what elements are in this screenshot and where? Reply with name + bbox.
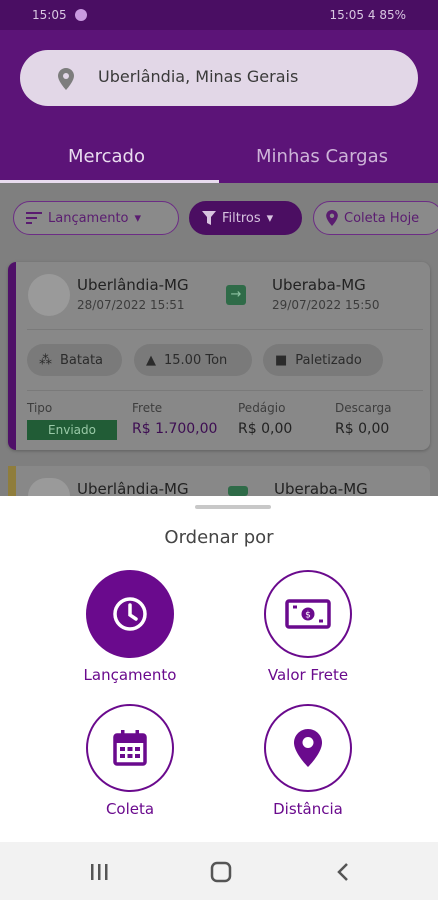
recent-apps-button[interactable] (84, 857, 114, 887)
sort-option-valor-frete[interactable]: $ Valor Frete (218, 570, 398, 684)
sort-option-circle (86, 570, 174, 658)
sort-option-label: Lançamento (83, 666, 177, 684)
truck-icon: ■ (275, 352, 288, 368)
sort-option-circle: $ (264, 570, 352, 658)
divider (27, 329, 423, 330)
chevron-down-icon: ▾ (134, 210, 142, 226)
calendar-icon (113, 730, 147, 766)
sort-option-label: Distância (273, 800, 343, 818)
status-time: 15:05 (32, 8, 67, 22)
pickup-chip-label: Coleta Hoje (344, 210, 420, 226)
descarga-label: Descarga (335, 401, 392, 415)
weight-tag: ▲ 15.00 Ton (134, 344, 252, 376)
status-right: 15:05 4 85% (329, 8, 406, 22)
location-pin-icon (58, 68, 74, 94)
tab-mercado[interactable]: Mercado (68, 146, 145, 167)
sort-option-lancamento[interactable]: Lançamento (40, 570, 220, 684)
product-icon: ⁂ (39, 352, 52, 368)
destination-city: Uberaba-MG (272, 276, 366, 294)
banknote-icon: $ (285, 599, 331, 629)
arrow-right-icon (228, 486, 248, 496)
sort-chip[interactable]: Lançamento ▾ (13, 201, 179, 235)
pickup-today-chip[interactable]: Coleta Hoje (313, 201, 438, 235)
sort-option-circle (264, 704, 352, 792)
card-accent-bar (8, 262, 16, 450)
location-value: Uberlândia, Minas Gerais (98, 67, 299, 86)
location-pin-icon (326, 210, 338, 226)
tab-minhas-cargas[interactable]: Minhas Cargas (256, 146, 388, 167)
app-notification-icon (74, 9, 87, 21)
sort-chip-label: Lançamento (48, 210, 129, 226)
status-badge: Enviado (27, 420, 117, 440)
svg-text:$: $ (305, 611, 311, 621)
back-button[interactable] (328, 857, 358, 887)
sort-option-label: Coleta (105, 800, 155, 818)
tipo-label: Tipo (27, 401, 53, 415)
recents-icon (91, 864, 108, 880)
home-button[interactable] (206, 857, 236, 887)
pedagio-value: R$ 0,00 (238, 421, 293, 437)
origin-city: Uberlândia-MG (77, 276, 189, 294)
sort-option-coleta[interactable]: Coleta (40, 704, 220, 818)
pedagio-label: Pedágio (238, 401, 286, 415)
descarga-value: R$ 0,00 (335, 421, 390, 437)
frete-value: R$ 1.700,00 (132, 421, 218, 437)
divider (27, 390, 423, 391)
clock-icon (113, 597, 147, 631)
sort-option-label: Valor Frete (267, 666, 349, 684)
chevron-down-icon: ▾ (266, 210, 274, 226)
filters-chip[interactable]: Filtros ▾ (189, 201, 302, 235)
sort-option-distancia[interactable]: Distância (218, 704, 398, 818)
sort-option-circle (86, 704, 174, 792)
sheet-drag-handle[interactable] (195, 505, 271, 509)
map-pin-icon (294, 729, 322, 767)
home-icon (210, 861, 232, 883)
product-label: Batata (60, 352, 104, 368)
avatar (28, 274, 70, 316)
frete-label: Frete (132, 401, 163, 415)
packaging-label: Paletizado (295, 352, 362, 368)
weight-icon: ▲ (146, 352, 156, 368)
destination-date: 29/07/2022 15:50 (272, 298, 380, 312)
filters-chip-label: Filtros (222, 210, 261, 226)
arrow-right-icon: → (226, 285, 246, 305)
back-icon (337, 863, 348, 881)
weight-label: 15.00 Ton (164, 352, 228, 368)
product-tag: ⁂ Batata (27, 344, 122, 376)
filter-icon (202, 211, 216, 225)
status-bar: 15:05 15:05 4 85% (0, 0, 438, 30)
sheet-title: Ordenar por (164, 527, 274, 548)
packaging-tag: ■ Paletizado (263, 344, 383, 376)
location-search-bar[interactable]: Uberlândia, Minas Gerais (20, 50, 418, 106)
origin-date: 28/07/2022 15:51 (77, 298, 185, 312)
sort-icon (26, 212, 42, 224)
